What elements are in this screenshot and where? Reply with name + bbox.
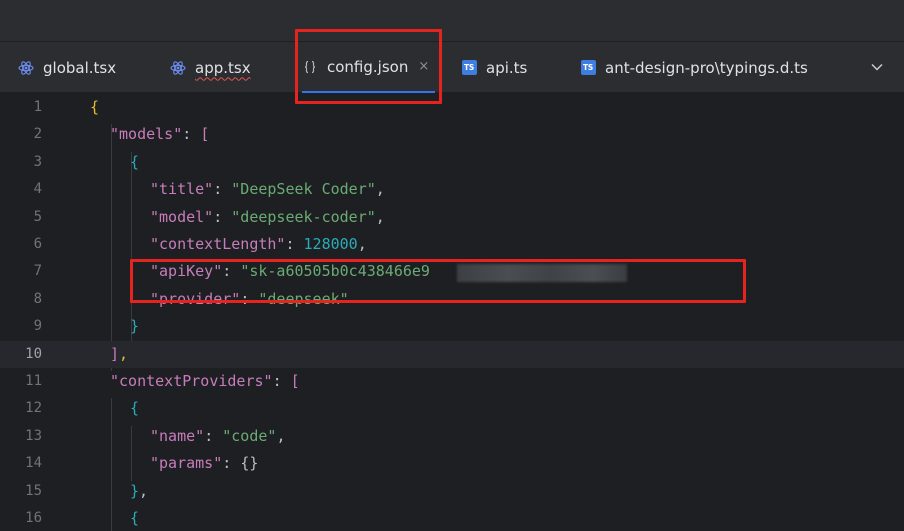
editor-tab-bar: global.tsx app.tsx config.json × TS api.…: [0, 42, 904, 93]
code-line: 6 "contextLength": 128000,: [33, 235, 367, 253]
react-icon: [170, 60, 186, 76]
code-line-current: 10 ],: [0, 340, 904, 368]
tab-app-tsx[interactable]: app.tsx: [170, 42, 251, 93]
typescript-icon: TS: [461, 60, 477, 76]
code-line: 12 {: [25, 399, 140, 418]
code-line: 15 },: [25, 481, 149, 500]
tab-label: ant-design-pro\typings.d.ts: [605, 58, 808, 77]
chevron-down-icon[interactable]: [868, 58, 886, 76]
code-line: 16 {: [25, 509, 140, 527]
code-line: 4 "title": "DeepSeek Coder",: [33, 180, 385, 199]
code-line: 13 "name": "code",: [25, 426, 286, 445]
tab-label: api.ts: [486, 58, 528, 77]
code-line: 1 {: [33, 98, 100, 116]
code-line: 3 {: [33, 152, 140, 171]
code-line: 14 "params": {}: [25, 454, 259, 473]
react-icon: [18, 60, 34, 76]
highlight-box-tab: [295, 29, 442, 104]
typescript-icon: TS: [580, 60, 596, 76]
tab-label: app.tsx: [195, 58, 251, 77]
code-line: 2 "models": [: [33, 125, 210, 144]
tab-global-tsx[interactable]: global.tsx: [18, 42, 116, 93]
code-line: 9 }: [33, 317, 140, 336]
tab-api-ts[interactable]: TS api.ts: [461, 42, 527, 93]
code-line: 11 "contextProviders": [: [25, 372, 300, 390]
code-editor[interactable]: 1 { 2 "models": [ 3 { 4 "title": "DeepSe…: [0, 94, 904, 531]
tab-label: global.tsx: [43, 58, 117, 77]
tab-typings-d-ts[interactable]: TS ant-design-pro\typings.d.ts: [580, 42, 808, 93]
highlight-box-api-key: [130, 259, 746, 303]
title-bar: [0, 0, 904, 42]
code-line: 5 "model": "deepseek-coder",: [33, 207, 385, 226]
